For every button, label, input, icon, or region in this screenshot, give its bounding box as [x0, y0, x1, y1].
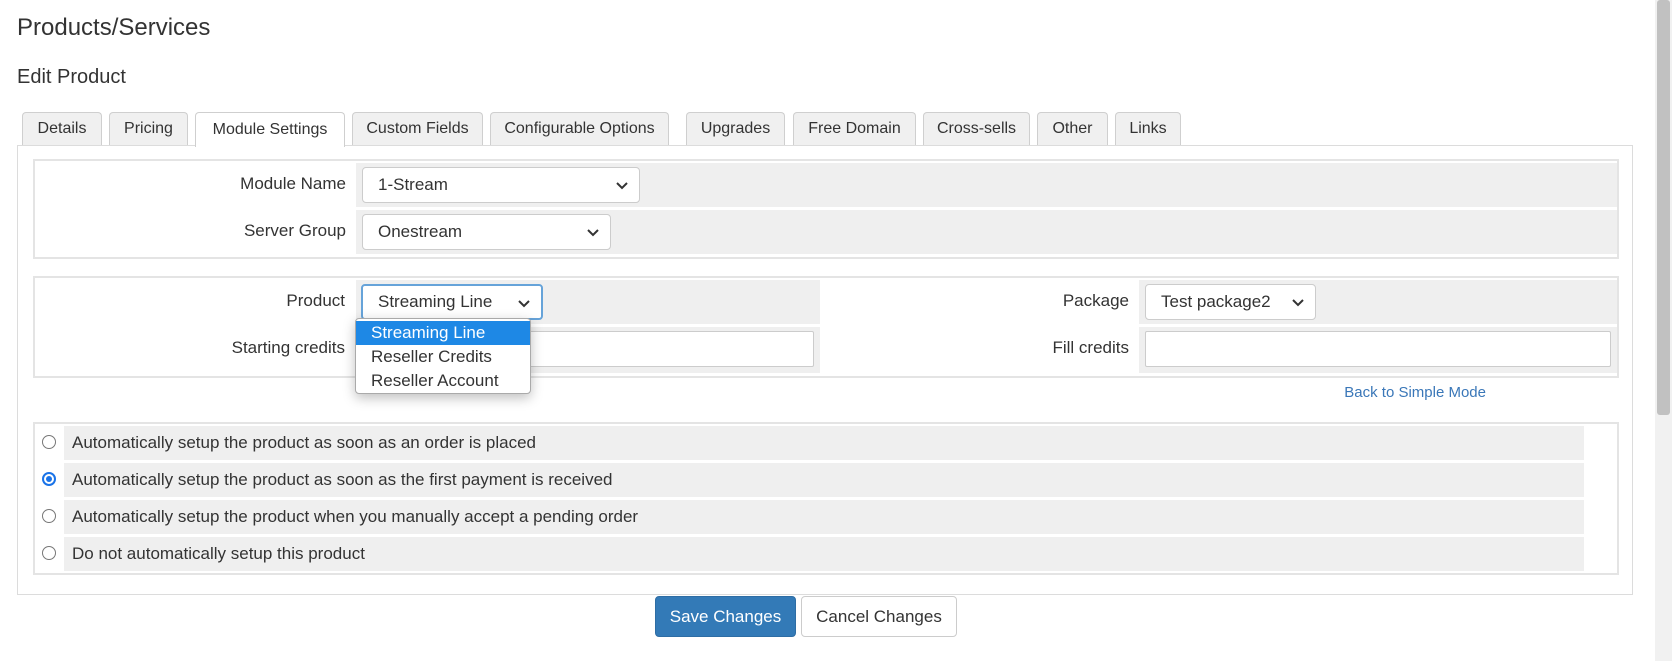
- cancel-changes-button[interactable]: Cancel Changes: [801, 596, 957, 637]
- package-label: Package: [1062, 291, 1129, 310]
- setup-option-row[interactable]: Automatically setup the product as soon …: [64, 426, 1584, 460]
- module-box: Module Name 1-Stream Server Group Onestr…: [33, 159, 1619, 259]
- module-config-box: Product Streaming Line Starting credits …: [33, 276, 1619, 378]
- tab-other[interactable]: Other: [1037, 112, 1108, 145]
- server-group-select[interactable]: Onestream: [362, 214, 611, 250]
- product-select[interactable]: Streaming Line: [361, 284, 543, 320]
- chevron-down-icon: [587, 229, 599, 237]
- setup-option-label: Automatically setup the product as soon …: [72, 433, 536, 452]
- tab-configurable-options[interactable]: Configurable Options: [490, 112, 669, 145]
- chevron-down-icon: [1292, 299, 1304, 307]
- package-select[interactable]: Test package2: [1145, 284, 1316, 320]
- tab-module-settings[interactable]: Module Settings: [195, 112, 345, 147]
- fill-credits-label: Fill credits: [1052, 338, 1129, 357]
- setup-option-label: Automatically setup the product when you…: [72, 507, 639, 526]
- tab-custom-fields[interactable]: Custom Fields: [352, 112, 483, 145]
- page-scrollbar[interactable]: [1655, 0, 1672, 661]
- module-name-label: Module Name: [240, 174, 346, 193]
- setup-option-label: Do not automatically setup this product: [72, 544, 365, 563]
- product-label: Product: [286, 291, 345, 310]
- product-option[interactable]: Reseller Credits: [356, 345, 530, 369]
- product-value: Streaming Line: [378, 292, 493, 311]
- setup-option-radio[interactable]: [42, 546, 56, 560]
- scrollbar-thumb[interactable]: [1657, 0, 1670, 415]
- page-subtitle: Edit Product: [17, 66, 126, 88]
- tab-free-domain[interactable]: Free Domain: [793, 112, 916, 145]
- setup-option-radio[interactable]: [42, 472, 56, 486]
- module-name-select[interactable]: 1-Stream: [362, 167, 640, 203]
- fill-credits-input[interactable]: [1145, 331, 1611, 367]
- setup-option-row[interactable]: Automatically setup the product when you…: [64, 500, 1584, 534]
- tab-links[interactable]: Links: [1115, 112, 1181, 145]
- tab-pricing[interactable]: Pricing: [109, 112, 188, 145]
- server-group-label: Server Group: [243, 221, 346, 240]
- setup-option-radio[interactable]: [42, 509, 56, 523]
- setup-option-row[interactable]: Do not automatically setup this product: [64, 537, 1584, 571]
- tab-details[interactable]: Details: [22, 112, 102, 145]
- tab-cross-sells[interactable]: Cross-sells: [923, 112, 1030, 145]
- starting-credits-label: Starting credits: [231, 338, 345, 357]
- chevron-down-icon: [518, 300, 530, 308]
- product-option[interactable]: Streaming Line: [356, 321, 530, 345]
- chevron-down-icon: [616, 182, 628, 190]
- product-option[interactable]: Reseller Account: [356, 369, 530, 393]
- module-name-value: 1-Stream: [378, 175, 448, 194]
- product-dropdown-menu: Streaming Line Reseller Credits Reseller…: [355, 318, 531, 394]
- page-title: Products/Services: [17, 14, 211, 41]
- tab-upgrades[interactable]: Upgrades: [686, 112, 785, 145]
- setup-option-label: Automatically setup the product as soon …: [72, 470, 613, 489]
- back-to-simple-mode-link[interactable]: Back to Simple Mode: [1344, 384, 1486, 401]
- server-group-value: Onestream: [378, 222, 463, 241]
- package-value: Test package2: [1161, 292, 1271, 311]
- setup-option-radio[interactable]: [42, 435, 56, 449]
- save-changes-button[interactable]: Save Changes: [655, 596, 796, 637]
- setup-option-row[interactable]: Automatically setup the product as soon …: [64, 463, 1584, 497]
